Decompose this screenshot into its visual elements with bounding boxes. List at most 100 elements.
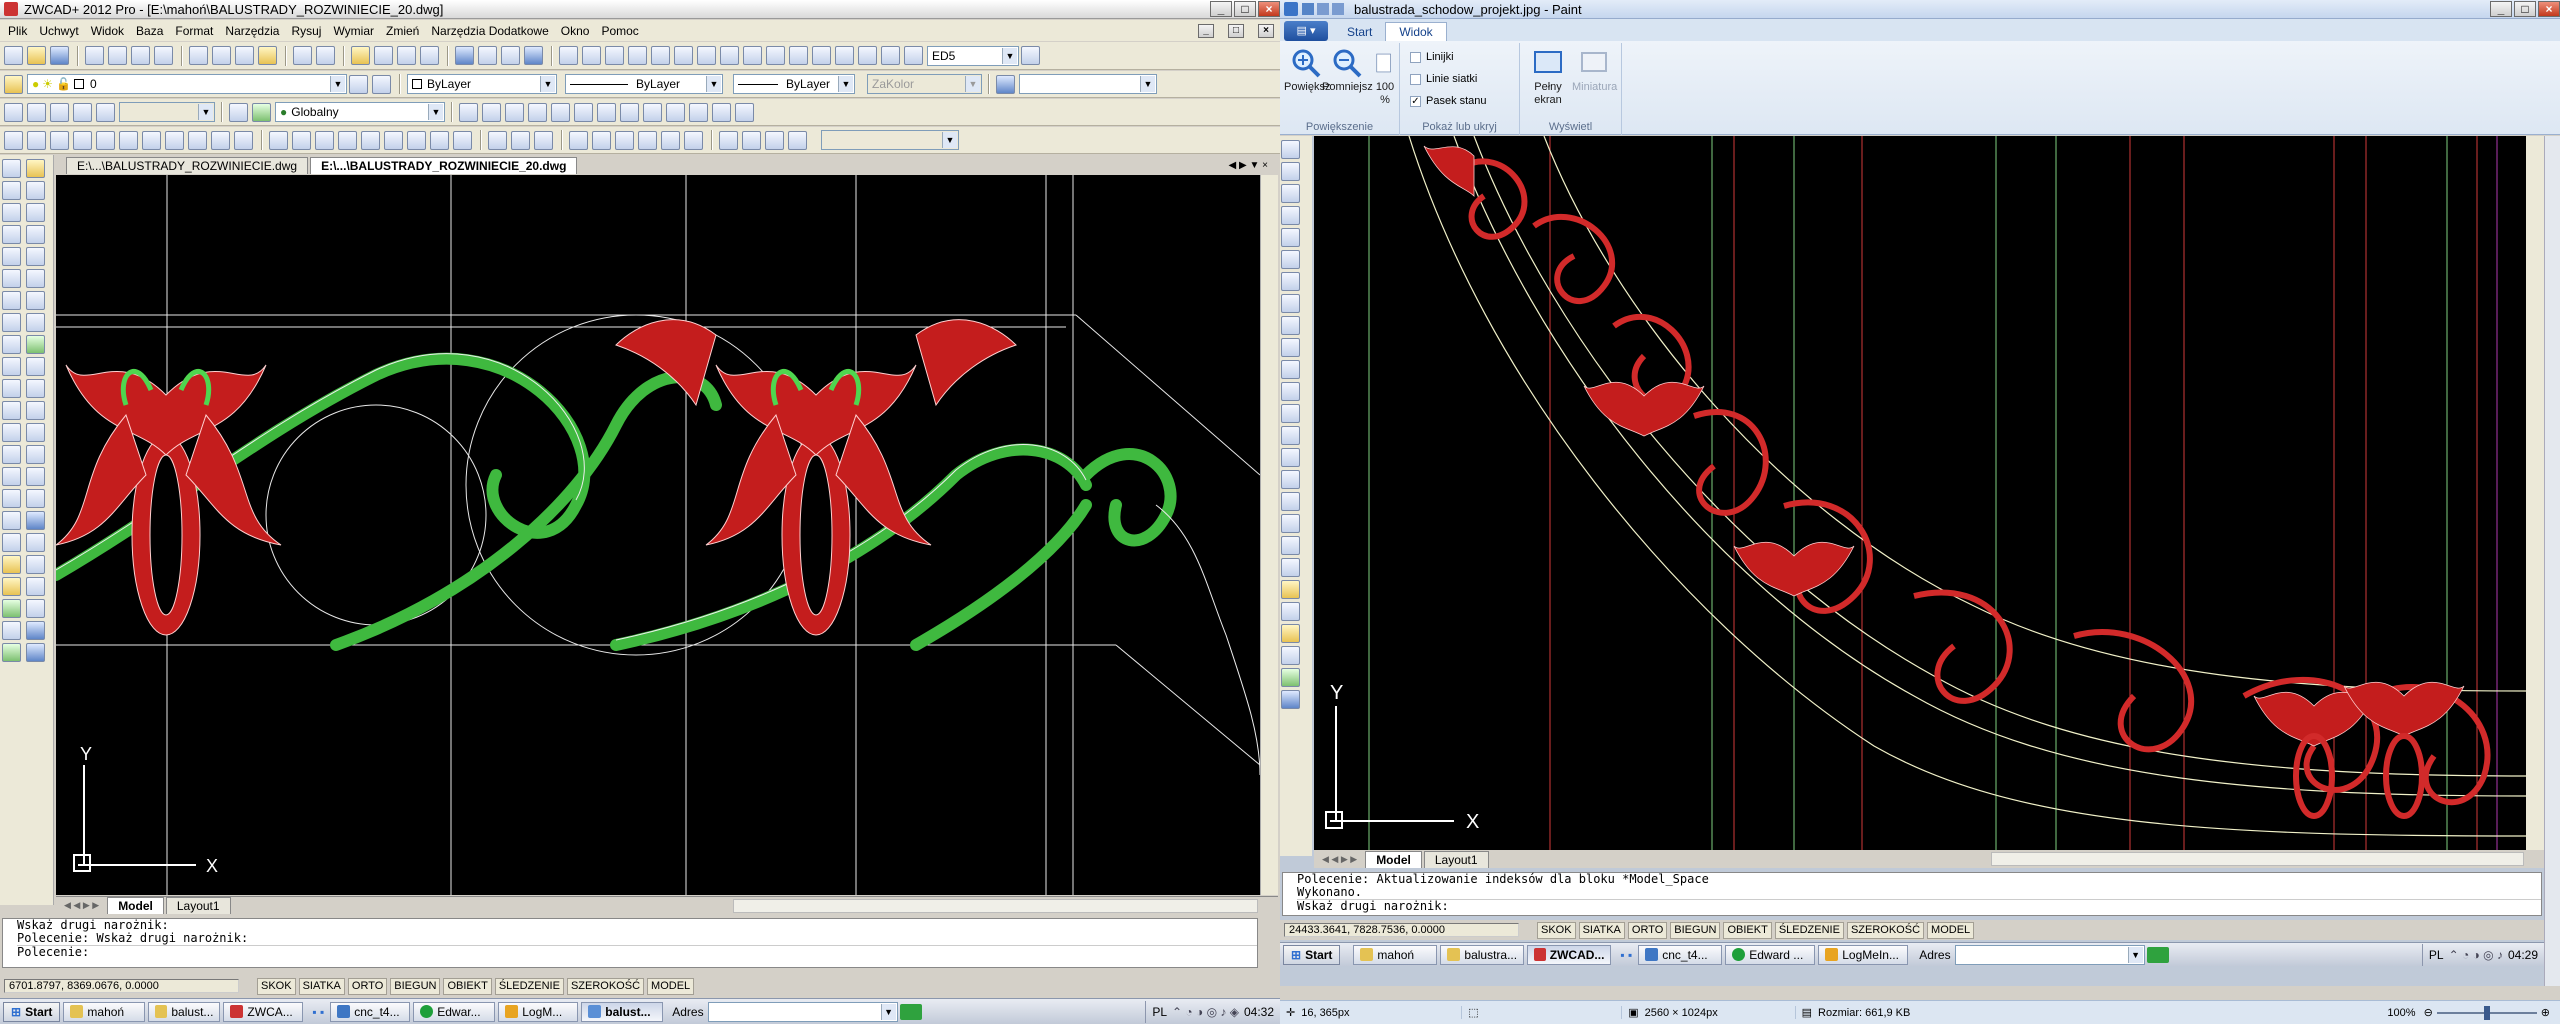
status-orto[interactable]: ORTO — [347, 977, 388, 995]
status-siatka[interactable]: SIATKA — [298, 977, 345, 995]
ucs-view-icon[interactable] — [574, 102, 593, 122]
task-edward[interactable]: Edwar... — [413, 1001, 496, 1022]
view-front-icon[interactable] — [96, 102, 115, 122]
ucs-z-icon[interactable] — [643, 102, 662, 122]
zoom-slider[interactable] — [2436, 1005, 2537, 1020]
explode-icon[interactable] — [26, 489, 45, 508]
polyline-icon[interactable] — [2, 203, 21, 222]
flat-shade-icon[interactable] — [269, 130, 288, 150]
checkbox-rulers[interactable]: Linijki — [1410, 51, 1454, 63]
diameter-dim-icon[interactable] — [651, 46, 670, 65]
tool-palettes-icon[interactable] — [501, 46, 520, 65]
snap-tangent-icon[interactable] — [2, 599, 21, 618]
view-top-icon[interactable] — [4, 102, 23, 122]
zoom-realtime-icon[interactable] — [374, 46, 393, 65]
address-input[interactable]: ▼ — [707, 1001, 898, 1022]
leader-icon[interactable] — [766, 46, 785, 65]
horizontal-scrollbar[interactable] — [732, 898, 1258, 913]
menu-widok[interactable]: Widok — [91, 24, 124, 38]
ucs-y-icon[interactable] — [620, 102, 639, 122]
minimize-button[interactable]: _ — [1210, 1, 1232, 17]
move-icon[interactable] — [26, 269, 45, 288]
continue-dim-icon[interactable] — [743, 46, 762, 65]
go-icon[interactable] — [899, 1003, 922, 1020]
publish-icon[interactable] — [131, 46, 150, 65]
angular-dim-icon[interactable] — [674, 46, 693, 65]
quick-dim-icon[interactable] — [697, 46, 716, 65]
paint-minimize-button[interactable]: _ — [2490, 1, 2512, 17]
snap-perpendicular-icon[interactable] — [26, 599, 45, 618]
mirror-icon[interactable] — [26, 203, 45, 222]
aligned-dim-icon[interactable] — [582, 46, 601, 65]
view-sw-iso-icon[interactable] — [569, 130, 588, 150]
open-file-icon[interactable] — [27, 46, 46, 65]
zoom-100-button[interactable]: 100 % — [1370, 47, 1400, 107]
hidden-icon[interactable] — [338, 130, 357, 150]
quick-redo-icon[interactable] — [1332, 3, 1344, 15]
snap-quadrant-icon[interactable] — [26, 577, 45, 596]
fillet-icon[interactable] — [26, 467, 45, 486]
menu-okno[interactable]: Okno — [561, 24, 590, 38]
view-3dorbit-icon[interactable] — [661, 130, 680, 150]
plot-icon[interactable] — [154, 46, 173, 65]
maximize-button[interactable]: □ — [1234, 1, 1256, 17]
color-combo[interactable]: ByLayer ▼ — [407, 74, 557, 94]
task-logmein[interactable]: LogM... — [498, 1001, 579, 1022]
snap-center-icon[interactable] — [2, 577, 21, 596]
ucs-3point-icon[interactable] — [505, 102, 524, 122]
close-button[interactable]: × — [1258, 1, 1280, 17]
ellipse-icon[interactable] — [2, 357, 21, 376]
torus-icon[interactable] — [119, 130, 138, 150]
status-obiekt[interactable]: OBIEKT — [443, 977, 492, 995]
offset-icon[interactable] — [26, 225, 45, 244]
snap-midpoint-icon[interactable] — [2, 555, 21, 574]
view-icon[interactable] — [996, 74, 1015, 94]
mtext-icon[interactable] — [2, 533, 21, 552]
copy-icon[interactable] — [212, 46, 231, 65]
tab-scroll-icons[interactable]: ◀ ▶ ▼ × — [1229, 160, 1268, 171]
ribbon-tab-start[interactable]: Start — [1334, 23, 1385, 41]
render-region-icon[interactable] — [742, 130, 761, 150]
slice-icon[interactable] — [188, 130, 207, 150]
extrude-icon[interactable] — [142, 130, 161, 150]
rotate-icon[interactable] — [26, 291, 45, 310]
section-icon[interactable] — [211, 130, 230, 150]
paint-close-button[interactable]: × — [2538, 1, 2560, 17]
snap-none-icon[interactable] — [2, 643, 21, 662]
spline-icon[interactable] — [2, 335, 21, 354]
hatch-icon[interactable] — [2, 467, 21, 486]
linetype-combo[interactable]: ByLayer ▼ — [565, 74, 723, 94]
paste-icon[interactable] — [235, 46, 254, 65]
trim-icon[interactable] — [26, 357, 45, 376]
render-combo[interactable]: ▼ — [821, 130, 959, 150]
background-icon[interactable] — [453, 130, 472, 150]
task-balust-2[interactable]: balust... — [581, 1001, 664, 1022]
insert-block-icon[interactable] — [2, 401, 21, 420]
zoom-previous-icon[interactable] — [420, 46, 439, 65]
zoom-out-small-icon[interactable]: ⊖ — [2424, 1006, 2433, 1019]
cad-drawing-area[interactable]: Y X — [56, 175, 1260, 895]
chamfer-icon[interactable] — [26, 445, 45, 464]
quick-launch-icons[interactable]: ▪ ▪ — [312, 1005, 324, 1019]
polygon-icon[interactable] — [2, 225, 21, 244]
ucs-origin-icon[interactable] — [459, 102, 478, 122]
language-indicator[interactable]: PL — [1152, 1005, 1167, 1019]
paint-maximize-button[interactable]: □ — [2514, 1, 2536, 17]
ucs-zaxis-icon[interactable] — [482, 102, 501, 122]
scale-icon[interactable] — [26, 313, 45, 332]
light-icon[interactable] — [384, 130, 403, 150]
layer-manager-icon[interactable] — [4, 74, 23, 94]
ucs-manager-icon[interactable] — [735, 102, 754, 122]
plotstyle-combo[interactable]: ZaKolor ▼ — [867, 74, 982, 94]
menu-narzedzia-dodatkowe[interactable]: Narzędzia Dodatkowe — [431, 24, 548, 38]
layer-combo[interactable]: ● ☀ 🔓 0 ▼ — [27, 74, 347, 94]
xline-icon[interactable] — [2, 181, 21, 200]
ribbon-tab-widok[interactable]: Widok — [1385, 22, 1447, 41]
extend-icon[interactable] — [26, 379, 45, 398]
task-zwcad[interactable]: ZWCA... — [223, 1001, 304, 1022]
make-object-layer-current-icon[interactable] — [349, 74, 368, 94]
view-ne-iso-icon[interactable] — [615, 130, 634, 150]
revolve-icon[interactable] — [165, 130, 184, 150]
gouraud-icon[interactable] — [292, 130, 311, 150]
task-cnc[interactable]: cnc_t4... — [330, 1001, 411, 1022]
